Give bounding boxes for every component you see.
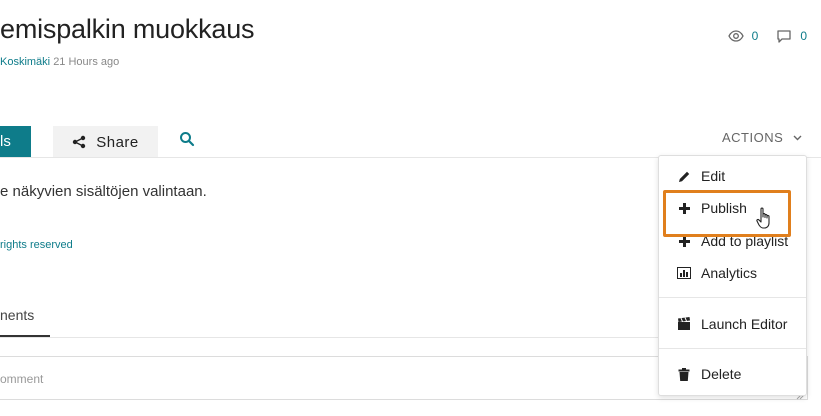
eye-icon — [727, 30, 744, 42]
bar-chart-icon — [677, 266, 691, 280]
menu-item-delete[interactable]: Delete — [677, 366, 741, 382]
hand-cursor-icon — [756, 207, 770, 229]
media-description: e näkyvien sisältöjen valintaan. — [0, 183, 207, 200]
search-icon[interactable] — [179, 131, 195, 147]
menu-divider — [659, 348, 806, 349]
tab-details-label: ls — [0, 133, 11, 150]
comment-count: 0 — [800, 29, 807, 43]
tab-share-label: Share — [96, 133, 139, 151]
comment-icon — [777, 30, 791, 43]
pencil-icon — [677, 169, 691, 183]
actions-label: ACTIONS — [722, 130, 784, 145]
menu-item-launch-editor[interactable]: Launch Editor — [677, 316, 787, 332]
author-link[interactable]: Koskimäki — [0, 56, 50, 68]
media-stats: 0 0 — [727, 28, 807, 44]
menu-item-label: Edit — [701, 168, 726, 184]
share-icon — [73, 135, 86, 149]
tab-share[interactable]: Share — [53, 126, 158, 158]
clapperboard-icon — [677, 317, 691, 331]
divider — [0, 337, 680, 338]
trash-icon — [677, 367, 691, 381]
menu-item-edit[interactable]: Edit — [677, 168, 725, 184]
page-title: emispalkin muokkaus — [0, 14, 255, 44]
menu-item-label: Launch Editor — [701, 316, 788, 332]
license-link[interactable]: rights reserved — [0, 239, 73, 251]
tab-comments[interactable]: nents — [0, 307, 34, 323]
chevron-down-icon — [793, 135, 802, 140]
comment-placeholder: omment — [0, 372, 44, 386]
menu-item-label: Delete — [701, 366, 742, 382]
menu-item-label: Analytics — [701, 265, 758, 281]
menu-item-analytics[interactable]: Analytics — [677, 265, 757, 281]
timestamp: 21 Hours ago — [53, 56, 120, 68]
menu-divider — [659, 297, 806, 298]
actions-dropdown[interactable]: ACTIONS — [722, 130, 802, 145]
tab-details[interactable]: ls — [0, 126, 31, 157]
media-meta: Koskimäki 21 Hours ago — [0, 56, 119, 68]
view-count: 0 — [751, 29, 759, 43]
